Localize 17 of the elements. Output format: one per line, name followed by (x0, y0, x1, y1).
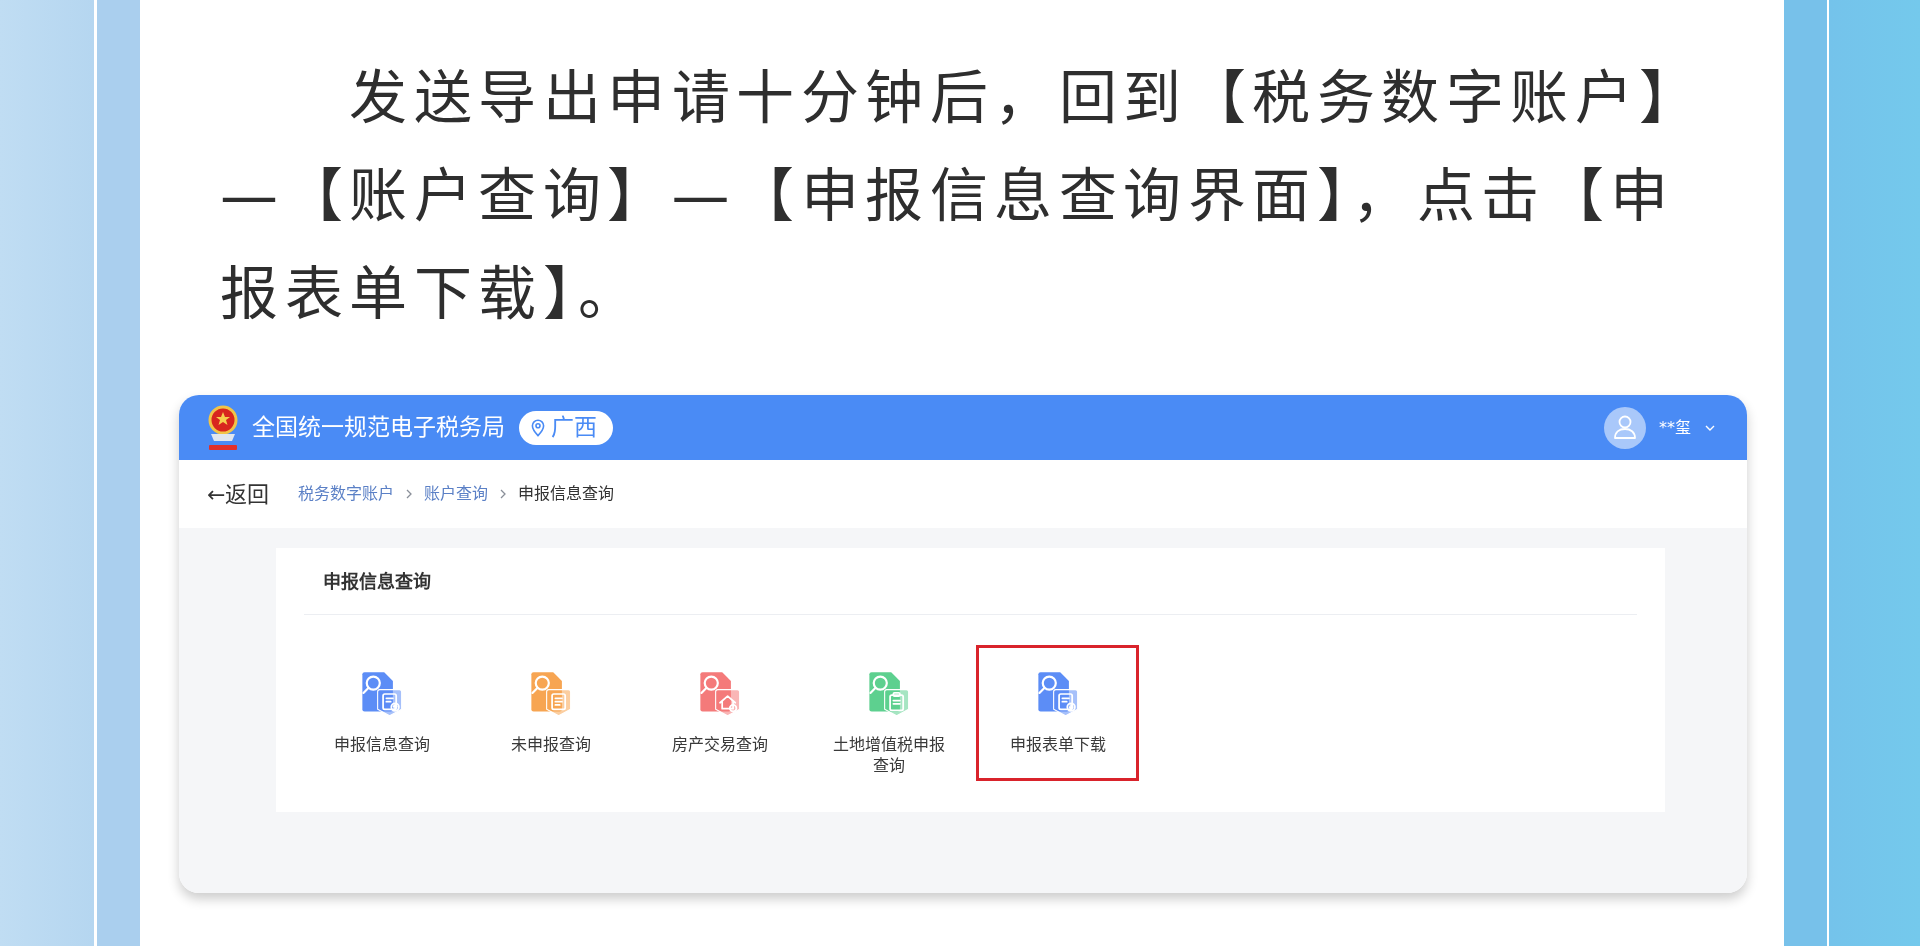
instruction-text: 发送导出申请十分钟后，回到【税务数字账户】—【账户查询】—【申报信息查询界面】，点击【申报表单下载】。 (220, 63, 1705, 330)
back-link[interactable]: ←返回 (207, 477, 270, 511)
site-title: 全国统一规范电子税务局 (252, 413, 505, 443)
chevron-right-icon (406, 489, 413, 499)
avatar-icon[interactable] (1604, 406, 1646, 449)
query-tile[interactable]: 房产交易查询 (638, 645, 801, 781)
query-tile[interactable]: 土地增值税申报查询 (807, 645, 970, 781)
chevron-right-icon (500, 489, 507, 499)
location-pin-icon (531, 418, 545, 437)
panel-title: 申报信息查询 (323, 569, 431, 594)
breadcrumb-current: 申报信息查询 (518, 483, 615, 505)
query-tile[interactable]: 申报表单下载 (976, 645, 1139, 781)
breadcrumb-link[interactable]: 税务数字账户 (298, 482, 395, 506)
chevron-down-icon[interactable] (1705, 424, 1715, 431)
breadcrumb-link[interactable]: 账户查询 (424, 482, 489, 506)
query-tile[interactable]: 申报信息查询 (300, 645, 463, 781)
query-tile[interactable]: 未申报查询 (469, 645, 632, 781)
